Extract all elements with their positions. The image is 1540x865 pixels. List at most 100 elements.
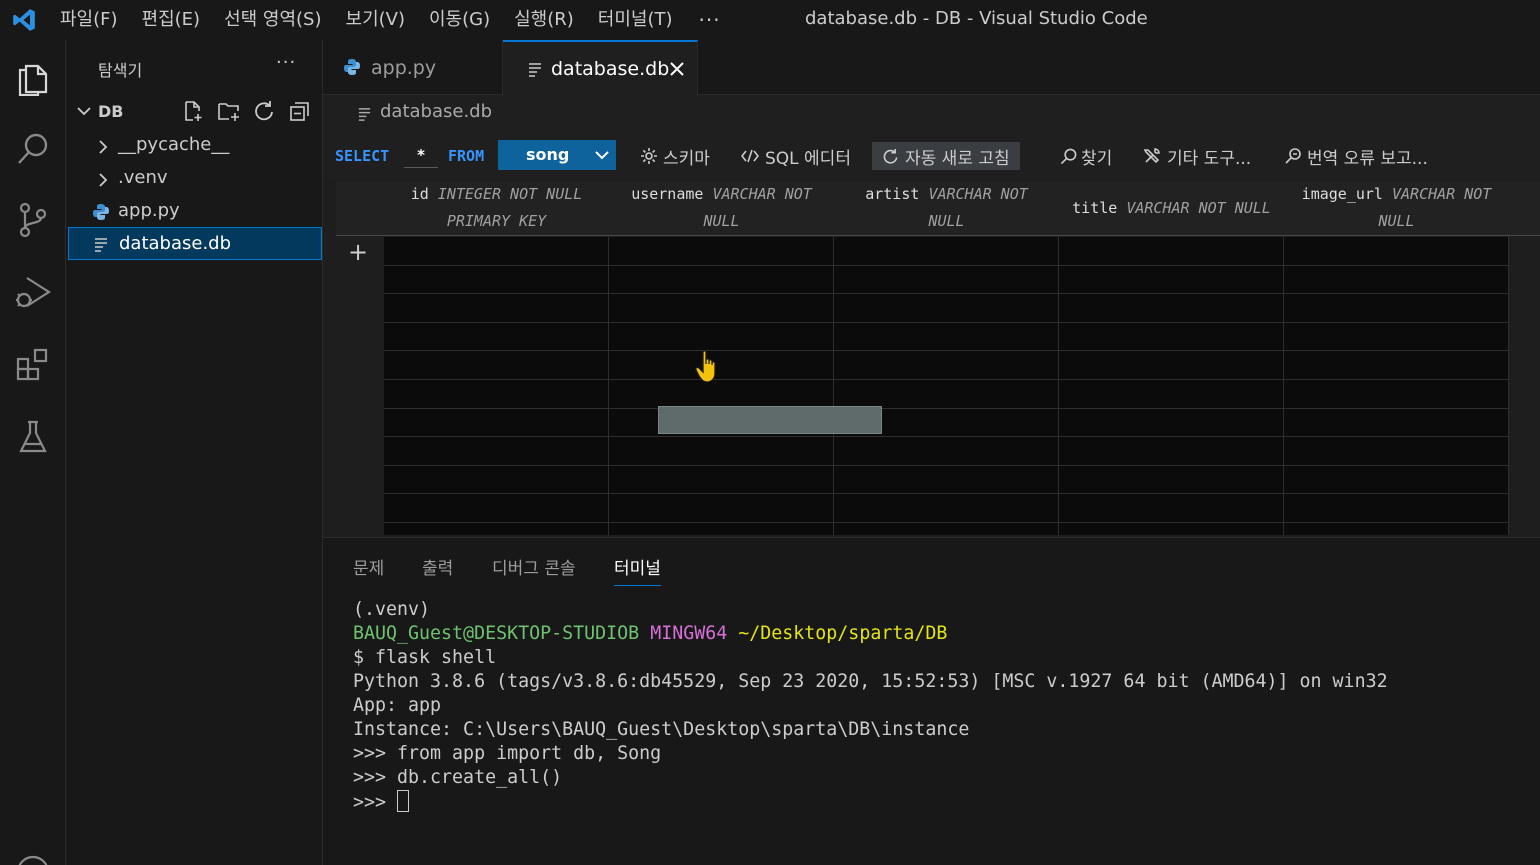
grid-cell[interactable] xyxy=(1059,351,1284,380)
grid-cell[interactable] xyxy=(1284,237,1509,266)
extensions-icon[interactable] xyxy=(11,343,55,387)
grid-cell[interactable] xyxy=(1059,465,1284,495)
grid-cell[interactable] xyxy=(834,237,1059,266)
grid-cell[interactable] xyxy=(609,322,834,352)
grid-cell[interactable] xyxy=(384,351,609,380)
grid-cell[interactable] xyxy=(1284,437,1509,466)
menu-selection[interactable]: 선택 영역(S) xyxy=(212,0,333,40)
column-header-image-url[interactable]: image_url VARCHAR NOT NULL xyxy=(1284,181,1509,236)
menu-edit[interactable]: 편집(E) xyxy=(130,0,213,40)
grid-cell[interactable] xyxy=(1284,351,1509,380)
other-tools-button[interactable]: 기타 도구... xyxy=(1143,142,1251,170)
grid-cell[interactable] xyxy=(609,294,834,323)
collapse-all-icon[interactable] xyxy=(287,98,313,124)
column-header-artist[interactable]: artist VARCHAR NOT NULL xyxy=(834,181,1059,236)
table-select-dropdown[interactable]: song xyxy=(498,140,616,170)
grid-cell[interactable] xyxy=(609,494,834,523)
find-button[interactable]: 찾기 xyxy=(1060,142,1112,170)
tree-item-database-db[interactable]: database.db xyxy=(68,227,322,260)
grid-cell[interactable] xyxy=(1059,237,1284,266)
add-row-button[interactable]: + xyxy=(348,238,368,266)
grid-cell[interactable] xyxy=(1284,465,1509,495)
grid-cell[interactable] xyxy=(384,265,609,295)
tab-output[interactable]: 출력 xyxy=(422,554,453,579)
grid-cell[interactable] xyxy=(609,237,834,266)
grid-cell[interactable] xyxy=(1059,523,1284,535)
sql-editor-button[interactable]: SQL 에디터 xyxy=(741,142,851,170)
grid-cell[interactable] xyxy=(609,437,834,466)
schema-button[interactable]: 스키마 xyxy=(640,142,710,170)
terminal-output[interactable]: (.venv) BAUQ_Guest@DESKTOP-STUDIOB MINGW6… xyxy=(353,598,1388,815)
new-folder-icon[interactable] xyxy=(216,98,242,124)
grid-cell[interactable] xyxy=(834,265,1059,295)
grid-cell[interactable] xyxy=(384,465,609,495)
tree-item-app-py[interactable]: app.py xyxy=(66,195,322,228)
grid-cell[interactable] xyxy=(834,437,1059,466)
new-file-icon[interactable] xyxy=(180,98,206,124)
menu-view[interactable]: 보기(V) xyxy=(334,0,417,40)
refresh-explorer-icon[interactable] xyxy=(251,98,277,124)
grid-cell[interactable] xyxy=(834,294,1059,323)
terminal-input-line[interactable]: >>> xyxy=(353,790,1388,815)
grid-cell[interactable] xyxy=(384,523,609,535)
grid-cell[interactable] xyxy=(1284,265,1509,295)
account-icon[interactable] xyxy=(11,850,55,865)
tab-debug-console[interactable]: 디버그 콘솔 xyxy=(492,554,576,579)
grid-cell[interactable] xyxy=(384,408,609,438)
grid-cell[interactable] xyxy=(1059,380,1284,409)
grid-cell[interactable] xyxy=(609,523,834,535)
grid-cell[interactable] xyxy=(384,322,609,352)
menu-run[interactable]: 실행(R) xyxy=(502,0,586,40)
grid-cell[interactable] xyxy=(1284,294,1509,323)
select-columns-input[interactable]: * xyxy=(404,146,438,168)
source-control-icon[interactable] xyxy=(11,198,55,242)
grid-cell[interactable] xyxy=(384,294,609,323)
grid-cell[interactable] xyxy=(609,465,834,495)
folder-header-db[interactable]: DB xyxy=(66,96,322,126)
selected-grid-cell[interactable] xyxy=(658,406,882,434)
tab-problems[interactable]: 문제 xyxy=(353,554,384,579)
grid-cell[interactable] xyxy=(834,380,1059,409)
grid-cell[interactable] xyxy=(384,437,609,466)
breadcrumb-item[interactable]: database.db xyxy=(380,101,492,122)
grid-cell[interactable] xyxy=(384,237,609,266)
column-header-title[interactable]: title VARCHAR NOT NULL xyxy=(1059,181,1284,236)
grid-cell[interactable] xyxy=(834,322,1059,352)
menu-terminal[interactable]: 터미널(T) xyxy=(586,0,685,40)
report-button[interactable]: 번역 오류 보고... xyxy=(1284,142,1428,170)
column-header-id[interactable]: id INTEGER NOT NULL PRIMARY KEY xyxy=(384,181,609,236)
tab-app-py[interactable]: app.py xyxy=(323,40,503,95)
grid-cell[interactable] xyxy=(1059,408,1284,438)
search-icon[interactable] xyxy=(11,127,55,171)
explorer-icon[interactable] xyxy=(11,55,55,99)
grid-cell[interactable] xyxy=(834,465,1059,495)
grid-cell[interactable] xyxy=(384,494,609,523)
close-icon[interactable] xyxy=(669,60,685,82)
grid-cell[interactable] xyxy=(1059,437,1284,466)
run-debug-icon[interactable] xyxy=(11,270,55,314)
grid-cell[interactable] xyxy=(834,351,1059,380)
grid-cell[interactable] xyxy=(834,494,1059,523)
tree-item-venv[interactable]: .venv xyxy=(66,162,322,195)
menu-go[interactable]: 이동(G) xyxy=(417,0,502,40)
grid-cell[interactable] xyxy=(1059,322,1284,352)
grid-cell[interactable] xyxy=(1284,494,1509,523)
grid-cell[interactable] xyxy=(1059,265,1284,295)
grid-cell[interactable] xyxy=(1059,494,1284,523)
grid-cell[interactable] xyxy=(1284,380,1509,409)
tab-database-db[interactable]: database.db xyxy=(503,40,698,96)
menu-file[interactable]: 파일(F) xyxy=(48,0,130,40)
grid-cell[interactable] xyxy=(1284,523,1509,535)
grid-cell[interactable] xyxy=(1284,408,1509,438)
grid-cell[interactable] xyxy=(609,265,834,295)
tab-terminal[interactable]: 터미널 xyxy=(614,554,661,586)
grid-cell[interactable] xyxy=(609,380,834,409)
tree-item-pycache[interactable]: __pycache__ xyxy=(66,129,322,162)
testing-icon[interactable] xyxy=(11,415,55,459)
grid-cell[interactable] xyxy=(834,523,1059,535)
auto-refresh-button[interactable]: 자동 새로 고침 xyxy=(872,142,1020,170)
sidebar-more-button[interactable]: ··· xyxy=(276,52,296,73)
column-header-username[interactable]: username VARCHAR NOT NULL xyxy=(609,181,834,236)
grid-cell[interactable] xyxy=(1284,322,1509,352)
grid-cell[interactable] xyxy=(1059,294,1284,323)
